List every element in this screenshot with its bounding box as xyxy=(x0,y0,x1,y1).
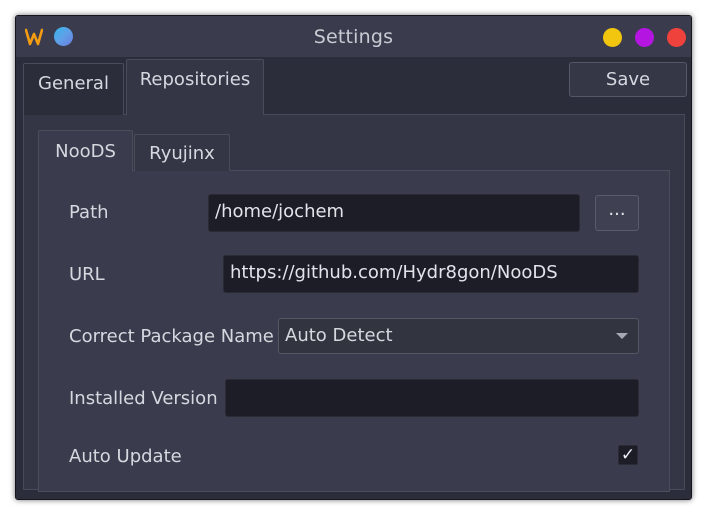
auto-update-label: Auto Update xyxy=(69,446,182,467)
save-button[interactable]: Save xyxy=(569,62,687,97)
url-field[interactable]: https://github.com/Hydr8gon/NooDS xyxy=(223,255,639,293)
checkmark-icon: ✓ xyxy=(620,445,636,465)
auto-update-checkbox[interactable]: ✓ xyxy=(618,445,638,465)
path-label: Path xyxy=(69,202,109,223)
tab-noods[interactable]: NooDS xyxy=(38,130,133,171)
path-field[interactable]: /home/jochem xyxy=(208,194,580,232)
tab-noods-label: NooDS xyxy=(55,141,116,162)
title-bar[interactable]: Settings xyxy=(16,16,691,57)
settings-window: Settings General Repositories Save NooDS… xyxy=(15,15,692,500)
package-name-value: Auto Detect xyxy=(285,325,393,346)
tab-general[interactable]: General xyxy=(23,63,124,115)
browse-button[interactable]: ... xyxy=(595,195,639,231)
window-title: Settings xyxy=(313,26,394,48)
installed-version-field[interactable] xyxy=(225,379,639,417)
tab-repositories-label: Repositories xyxy=(139,69,251,90)
tab-ryujinx-label: Ryujinx xyxy=(149,143,215,164)
tab-ryujinx[interactable]: Ryujinx xyxy=(134,134,230,171)
url-label: URL xyxy=(69,264,105,285)
installed-version-label: Installed Version xyxy=(69,388,218,409)
tab-general-label: General xyxy=(38,73,109,94)
close-button[interactable] xyxy=(667,28,686,47)
maximize-button[interactable] xyxy=(635,28,654,47)
chevron-down-icon xyxy=(616,333,628,339)
package-name-label: Correct Package Name xyxy=(69,326,274,347)
window-content: General Repositories Save NooDS Ryujinx … xyxy=(16,57,691,499)
package-name-select[interactable]: Auto Detect xyxy=(278,318,639,354)
minimize-button[interactable] xyxy=(603,28,622,47)
tab-repositories[interactable]: Repositories xyxy=(126,59,264,115)
